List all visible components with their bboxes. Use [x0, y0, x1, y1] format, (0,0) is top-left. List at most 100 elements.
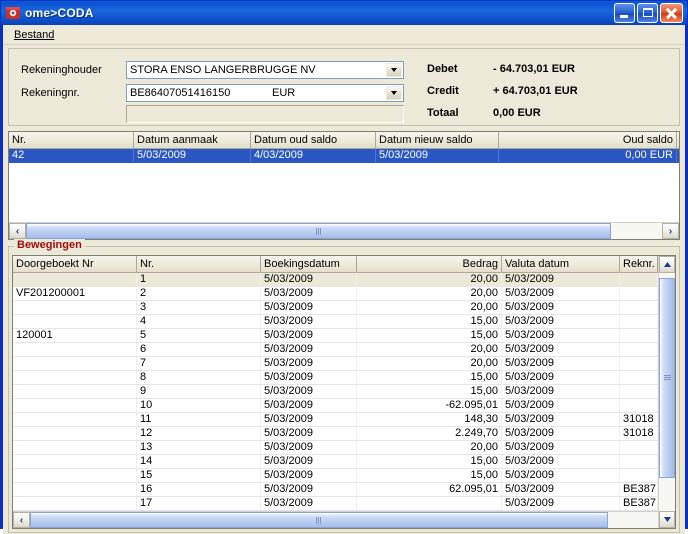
scroll-left-button[interactable]: ‹	[13, 512, 30, 528]
statements-hscrollbar[interactable]: ‹ ›	[9, 222, 679, 239]
table-cell: 5/03/2009	[502, 483, 620, 496]
rekeninghouder-combo[interactable]: STORA ENSO LANGERBRUGGE NV	[126, 61, 404, 79]
scroll-track[interactable]	[30, 512, 658, 528]
table-row[interactable]: 8 5/03/2009 15,00 5/03/2009	[13, 371, 675, 385]
table-row[interactable]: 4 5/03/2009 15,00 5/03/2009	[13, 315, 675, 329]
table-cell	[13, 413, 137, 426]
movements-grid-body[interactable]: 1 5/03/2009 20,00 5/03/2009 VF201200001 2 5/03…	[13, 273, 675, 511]
table-cell: 5/03/2009	[261, 301, 357, 314]
column-header[interactable]: Nr.	[9, 132, 134, 148]
table-cell	[620, 287, 658, 300]
column-header[interactable]: Nr.	[137, 256, 261, 272]
movements-vscrollbar[interactable]	[658, 256, 675, 528]
movements-grid[interactable]: Doorgeboekt Nr Nr. Boekingsdatum Bedrag Valu…	[12, 255, 676, 529]
table-row[interactable]: 10 5/03/2009 -62.095,01 5/03/2009	[13, 399, 675, 413]
table-cell	[357, 497, 502, 510]
table-row[interactable]: 17 5/03/2009 5/03/2009 BE387	[13, 497, 675, 511]
table-cell: 5/03/2009	[261, 329, 357, 342]
table-row[interactable]: 13 5/03/2009 20,00 5/03/2009	[13, 441, 675, 455]
table-cell: 5/03/2009	[502, 497, 620, 510]
movements-hscrollbar[interactable]: ‹ ›	[13, 511, 675, 528]
table-cell: 5/03/2009	[502, 413, 620, 426]
chevron-down-icon[interactable]	[386, 86, 402, 100]
table-cell: 6	[137, 343, 261, 356]
window-title: ome>CODA	[25, 6, 94, 20]
close-button[interactable]	[660, 3, 683, 23]
column-header[interactable]: Datum nieuw saldo	[376, 132, 499, 148]
table-row[interactable]: 16 5/03/2009 62.095,01 5/03/2009 BE387	[13, 483, 675, 497]
table-cell: 5/03/2009	[261, 315, 357, 328]
column-header[interactable]: Oud saldo	[499, 132, 677, 148]
column-header[interactable]: Datum aanmaak	[134, 132, 251, 148]
scroll-thumb[interactable]	[30, 512, 608, 528]
table-row[interactable]: 7 5/03/2009 20,00 5/03/2009	[13, 357, 675, 371]
statements-grid-body[interactable]: 42 5/03/2009 4/03/2009 5/03/2009 0,00 EUR	[9, 149, 679, 222]
table-cell: 5/03/2009	[502, 343, 620, 356]
table-cell: 2.249,70	[357, 427, 502, 440]
column-header[interactable]	[677, 132, 679, 148]
bewegingen-title: Bewegingen	[14, 239, 85, 251]
column-header[interactable]: Datum oud saldo	[251, 132, 376, 148]
scroll-thumb[interactable]	[26, 223, 612, 239]
maximize-icon	[643, 8, 653, 17]
field-rekeningnr: Rekeningnr. BE86407051416150 EUR	[21, 84, 416, 102]
table-cell: -62.095,01	[357, 399, 502, 412]
table-cell	[13, 343, 137, 356]
table-cell: 7	[137, 357, 261, 370]
table-cell: 5/03/2009	[261, 413, 357, 426]
table-row[interactable]: 14 5/03/2009 15,00 5/03/2009	[13, 455, 675, 469]
window-controls	[614, 3, 685, 23]
chevron-down-icon[interactable]	[386, 63, 402, 77]
column-header[interactable]: Reknr.	[620, 256, 658, 272]
statements-grid[interactable]: Nr. Datum aanmaak Datum oud saldo Datum nie…	[8, 131, 680, 240]
scroll-left-button[interactable]: ‹	[9, 223, 26, 239]
table-row[interactable]: 120001 5 5/03/2009 15,00 5/03/2009	[13, 329, 675, 343]
table-row[interactable]: 6 5/03/2009 20,00 5/03/2009	[13, 343, 675, 357]
table-cell	[620, 357, 658, 370]
table-cell	[13, 273, 137, 286]
totaal-label: Totaal	[427, 107, 459, 119]
table-cell: 14	[137, 455, 261, 468]
table-cell: 5/03/2009	[261, 483, 357, 496]
title-bar[interactable]: ome>CODA	[1, 1, 687, 25]
table-cell	[620, 343, 658, 356]
maximize-button[interactable]	[637, 3, 658, 23]
table-cell: 5/03/2009	[261, 399, 357, 412]
table-cell: 5/03/2009	[502, 399, 620, 412]
table-cell: 5/03/2009	[502, 287, 620, 300]
table-cell: 5/03/2009	[502, 301, 620, 314]
scroll-down-button[interactable]	[659, 511, 675, 528]
movements-grid-header: Doorgeboekt Nr Nr. Boekingsdatum Bedrag Valu…	[13, 256, 675, 273]
table-cell	[13, 427, 137, 440]
scroll-right-button[interactable]: ›	[662, 223, 679, 239]
menu-item-bestand[interactable]: Bestand	[9, 28, 59, 42]
column-header[interactable]: Bedrag	[357, 256, 502, 272]
statements-grid-header: Nr. Datum aanmaak Datum oud saldo Datum nie…	[9, 132, 679, 149]
table-cell: 31018	[620, 413, 658, 426]
minimize-button[interactable]	[614, 3, 635, 23]
column-header[interactable]: Valuta datum	[502, 256, 620, 272]
table-cell	[13, 469, 137, 482]
table-cell: 9	[137, 385, 261, 398]
scroll-up-button[interactable]	[659, 256, 675, 273]
column-header[interactable]: Doorgeboekt Nr	[13, 256, 137, 272]
scroll-track[interactable]	[659, 273, 675, 511]
table-row[interactable]: 11 5/03/2009 148,30 5/03/2009 31018	[13, 413, 675, 427]
table-row[interactable]: 42 5/03/2009 4/03/2009 5/03/2009 0,00 EUR	[9, 149, 679, 163]
table-cell: 5/03/2009	[502, 357, 620, 370]
column-header[interactable]: Boekingsdatum	[261, 256, 357, 272]
table-row[interactable]: 9 5/03/2009 15,00 5/03/2009	[13, 385, 675, 399]
table-row[interactable]: 1 5/03/2009 20,00 5/03/2009	[13, 273, 675, 287]
scroll-track[interactable]	[26, 223, 662, 239]
rekeningnr-combo[interactable]: BE86407051416150 EUR	[126, 84, 404, 102]
rekeninghouder-label: Rekeninghouder	[21, 64, 102, 76]
table-row[interactable]: VF201200001 2 5/03/2009 20,00 5/03/2009	[13, 287, 675, 301]
table-row[interactable]: 12 5/03/2009 2.249,70 5/03/2009 31018	[13, 427, 675, 441]
scroll-thumb[interactable]	[659, 277, 675, 478]
table-cell	[620, 329, 658, 342]
table-row[interactable]: 15 5/03/2009 15,00 5/03/2009	[13, 469, 675, 483]
table-cell	[13, 301, 137, 314]
rekeningnr-currency: EUR	[272, 87, 296, 99]
table-cell: 5/03/2009	[376, 149, 499, 162]
table-row[interactable]: 3 5/03/2009 20,00 5/03/2009	[13, 301, 675, 315]
